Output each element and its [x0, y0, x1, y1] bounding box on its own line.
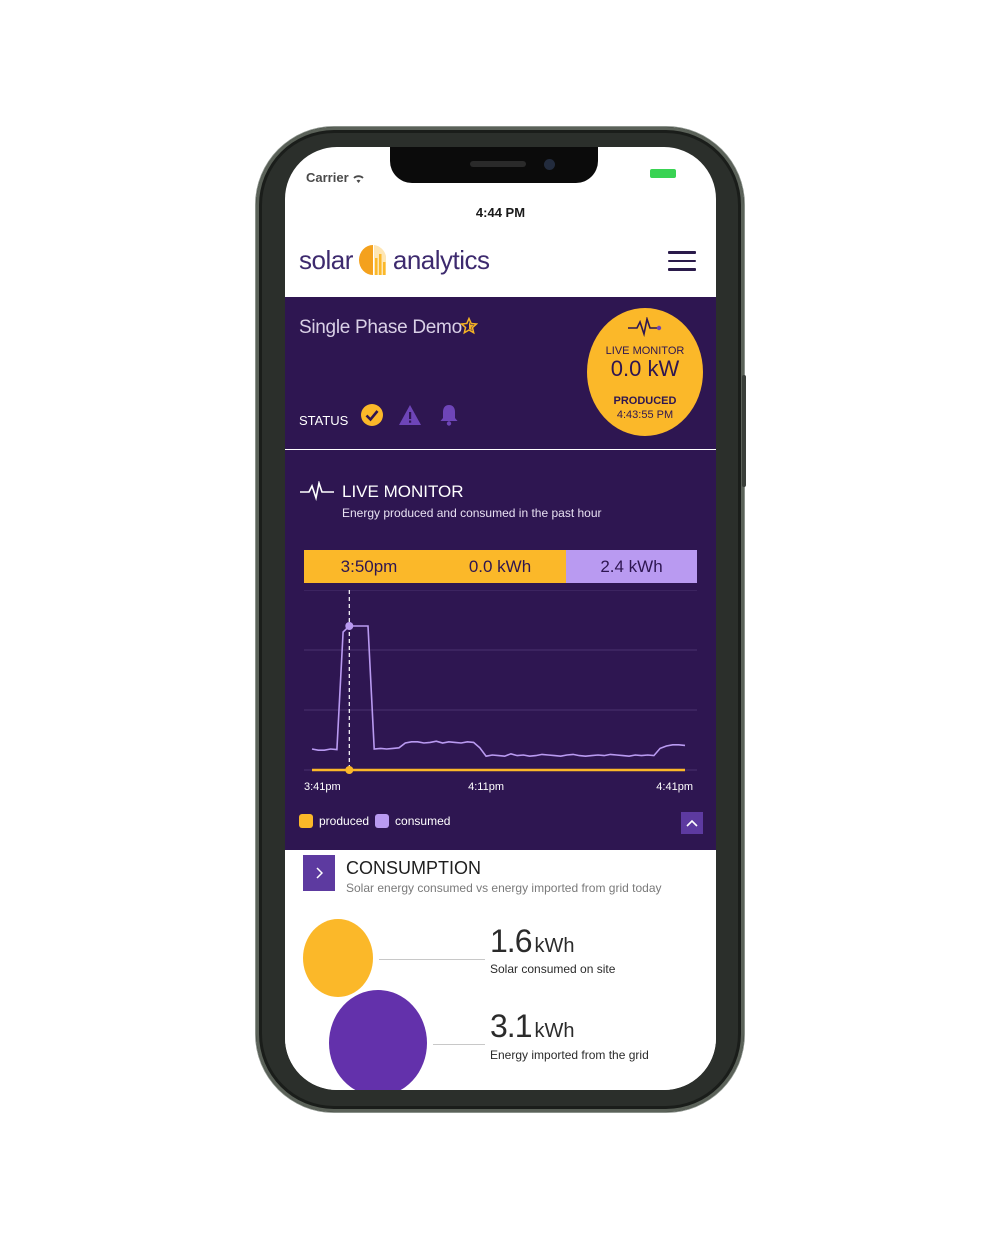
- favorite-star-icon[interactable]: [460, 317, 478, 335]
- front-camera: [544, 159, 555, 170]
- tooltip-consumed: 2.4 kWh: [566, 550, 697, 583]
- grid-value-number: 3.1: [490, 1008, 532, 1044]
- solar-analytics-logo[interactable]: solar analytics: [299, 243, 490, 277]
- carrier-label: Carrier: [306, 170, 365, 185]
- tooltip-time: 3:50pm: [304, 550, 434, 583]
- menu-line: [668, 268, 696, 271]
- live-badge-time: 4:43:55 PM: [616, 409, 674, 421]
- chevron-up-icon: [686, 819, 698, 827]
- grid-import-value: 3.1 kWh: [490, 1008, 574, 1045]
- live-badge-state: PRODUCED: [613, 395, 677, 407]
- hamburger-menu-icon[interactable]: [668, 251, 696, 273]
- logo-text-solar: solar: [299, 244, 353, 275]
- carrier-text: Carrier: [306, 170, 349, 185]
- tooltip-produced: 0.0 kWh: [434, 550, 566, 583]
- site-summary-panel: Single Phase Demo STATUS LIVE MONITOR 0.…: [285, 297, 716, 449]
- bell-icon[interactable]: [437, 403, 461, 427]
- grid-import-circle: [329, 990, 427, 1090]
- site-name[interactable]: Single Phase Demo: [299, 317, 462, 339]
- chart-tooltip-bar: 3:50pm 0.0 kWh 2.4 kWh: [304, 550, 697, 583]
- live-badge-value: 0.0 kW: [610, 356, 680, 381]
- logo-text-analytics: analytics: [392, 244, 490, 275]
- menu-line: [668, 259, 696, 262]
- solar-consumed-value: 1.6 kWh: [490, 923, 574, 960]
- live-monitor-panel: LIVE MONITOR Energy produced and consume…: [285, 450, 716, 850]
- solar-value-unit: kWh: [534, 935, 575, 957]
- connector-line: [379, 959, 485, 960]
- status-clock: 4:44 PM: [475, 205, 526, 220]
- earpiece-speaker: [470, 161, 526, 167]
- warning-icon[interactable]: [398, 403, 422, 427]
- grid-import-caption: Energy imported from the grid: [490, 1048, 649, 1062]
- live-monitor-chart[interactable]: 3:41pm 4:11pm 4:41pm: [285, 590, 716, 805]
- battery-icon: [650, 169, 676, 178]
- solar-consumed-circle: [303, 919, 373, 997]
- sun-logo-icon: [358, 245, 386, 275]
- menu-line: [668, 251, 696, 254]
- legend-swatch-consumed: [375, 814, 390, 828]
- expand-button[interactable]: [303, 855, 335, 891]
- phone-notch: [390, 147, 598, 183]
- check-circle-icon[interactable]: [360, 403, 384, 427]
- consumption-subtitle: Solar energy consumed vs energy imported…: [346, 881, 662, 895]
- status-label: STATUS: [299, 413, 349, 428]
- x-tick-label: 4:41pm: [656, 781, 693, 793]
- legend-label-consumed: consumed: [395, 814, 451, 828]
- wifi-icon: [353, 174, 364, 183]
- chart-legend: produced consumed: [299, 814, 450, 828]
- solar-consumed-caption: Solar consumed on site: [490, 962, 616, 976]
- x-tick-label: 3:41pm: [304, 781, 341, 793]
- consumption-panel: CONSUMPTION Solar energy consumed vs ene…: [285, 850, 716, 1090]
- consumption-title: CONSUMPTION: [346, 858, 481, 878]
- grid-value-unit: kWh: [534, 1020, 575, 1042]
- solar-value-number: 1.6: [490, 923, 532, 959]
- series-line-consumed: [311, 625, 686, 758]
- chevron-right-icon: [316, 867, 323, 879]
- x-tick-label: 4:11pm: [468, 781, 504, 793]
- collapse-button[interactable]: [681, 812, 703, 834]
- phone-screen: Carrier 4:44 PM solar analytics Single P…: [285, 147, 716, 1090]
- highlight-point-consumed: [345, 622, 354, 630]
- live-monitor-badge[interactable]: LIVE MONITOR 0.0 kW PRODUCED 4:43:55 PM: [587, 308, 703, 436]
- live-monitor-title: LIVE MONITOR: [342, 482, 464, 501]
- legend-label-produced: produced: [319, 814, 370, 828]
- phone-side-button: [742, 375, 746, 487]
- live-monitor-subtitle: Energy produced and consumed in the past…: [342, 506, 602, 520]
- highlight-point-produced: [345, 766, 354, 774]
- connector-line: [433, 1044, 485, 1045]
- heartbeat-icon: [628, 317, 662, 337]
- legend-swatch-produced: [299, 814, 313, 828]
- heartbeat-icon: [300, 481, 334, 501]
